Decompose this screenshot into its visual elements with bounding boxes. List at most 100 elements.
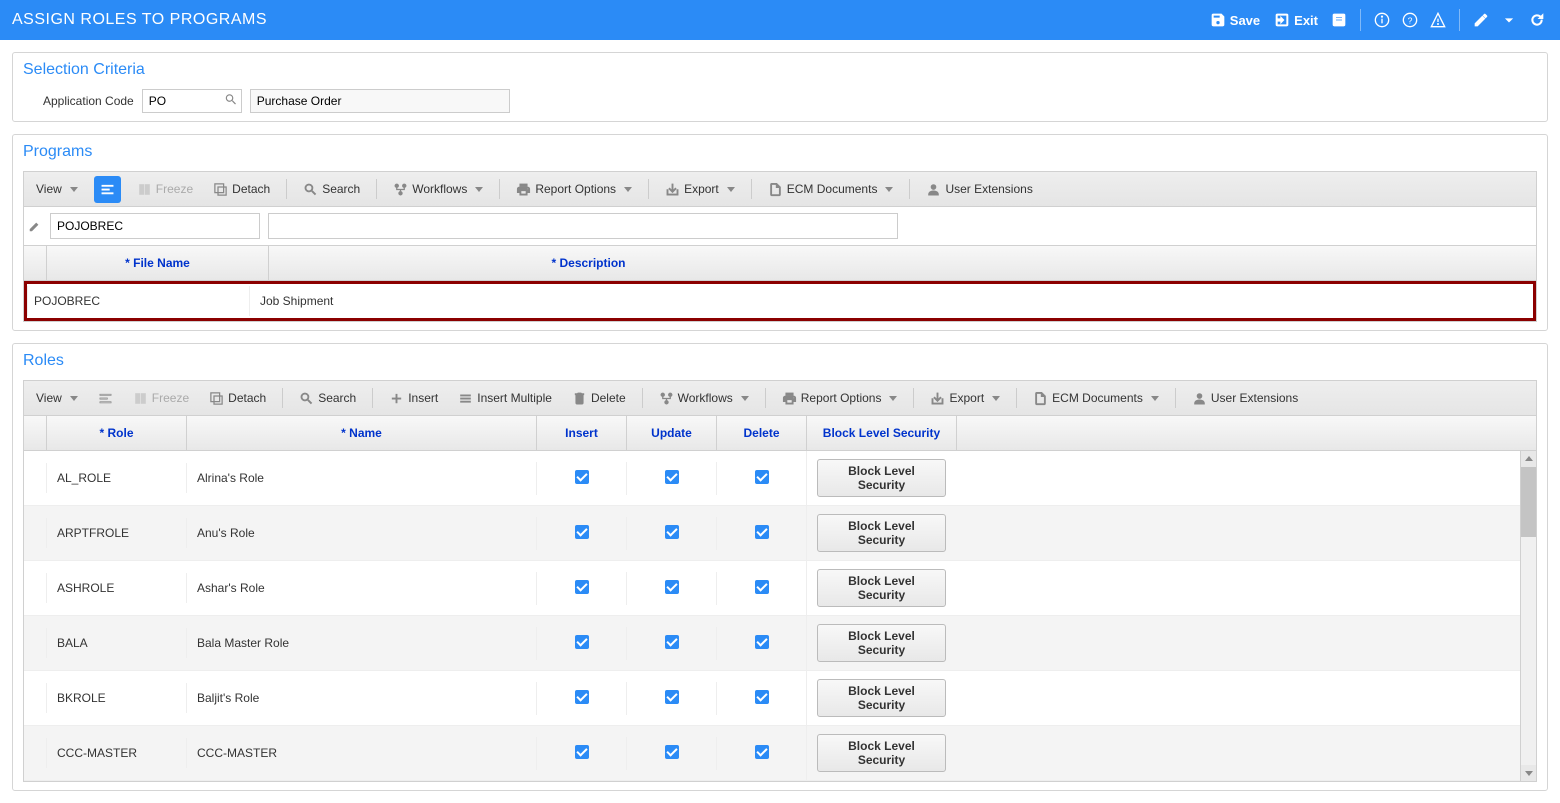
cell-block-security: Block Level Security [806,671,956,725]
filter-filename-input[interactable] [50,213,260,239]
rowhead-spacer [24,246,46,280]
roles-row[interactable]: AL_ROLEAlrina's RoleBlock Level Security [24,451,1520,506]
block-security-button[interactable]: Block Level Security [817,514,946,552]
update-checkbox[interactable] [665,635,679,649]
format-icon [98,391,113,406]
app-code-lookup-button[interactable] [224,93,238,110]
block-security-button[interactable]: Block Level Security [817,734,946,772]
block-security-button[interactable]: Block Level Security [817,624,946,662]
scrollbar[interactable] [1520,451,1536,781]
block-security-button[interactable]: Block Level Security [817,569,946,607]
cell-name: Baljit's Role [186,683,536,713]
insert-checkbox[interactable] [575,580,589,594]
col-role[interactable]: * Role [46,416,186,450]
report-menu[interactable]: Report Options [512,180,636,199]
dropdown-button[interactable] [1498,9,1520,31]
roles-row[interactable]: BALABala Master RoleBlock Level Security [24,616,1520,671]
user-ext-button[interactable]: User Extensions [922,180,1036,199]
block-security-button[interactable]: Block Level Security [817,679,946,717]
delete-checkbox[interactable] [755,470,769,484]
update-checkbox[interactable] [665,580,679,594]
search-button[interactable]: Search [299,180,364,199]
update-checkbox[interactable] [665,525,679,539]
update-checkbox[interactable] [665,690,679,704]
view-menu[interactable]: View [32,180,82,198]
filter-description-input[interactable] [268,213,898,239]
notes-button[interactable] [1328,9,1350,31]
block-security-button[interactable]: Block Level Security [817,459,946,497]
col-filename[interactable]: * File Name [46,246,268,280]
roles-row[interactable]: ASHROLEAshar's RoleBlock Level Security [24,561,1520,616]
roles-panel: Roles View Freeze Detach Search Insert [12,343,1548,791]
cell-insert [536,517,626,550]
export-menu[interactable]: Export [926,389,1004,408]
delete-checkbox[interactable] [755,635,769,649]
cell-role: BKROLE [46,683,186,713]
cell-insert [536,572,626,605]
save-label: Save [1230,13,1260,28]
scroll-track[interactable] [1521,467,1536,765]
insert-checkbox[interactable] [575,690,589,704]
insert-checkbox[interactable] [575,525,589,539]
programs-row[interactable]: POJOBREC Job Shipment [24,281,1536,321]
roles-grid: * Role * Name Insert Update Delete Block… [23,416,1537,782]
caret-down-icon [727,187,735,192]
refresh-button[interactable] [1526,9,1548,31]
delete-checkbox[interactable] [755,525,769,539]
col-insert[interactable]: Insert [536,416,626,450]
ecm-menu[interactable]: ECM Documents [1029,389,1163,408]
insert-checkbox[interactable] [575,635,589,649]
delete-checkbox[interactable] [755,690,769,704]
format-button[interactable] [94,389,117,408]
col-block-security[interactable]: Block Level Security [806,416,956,450]
format-button[interactable] [94,176,121,203]
cell-description: Job Shipment [249,286,889,316]
separator [1175,388,1176,408]
app-code-desc [250,89,510,113]
insert-multiple-button[interactable]: Insert Multiple [454,389,556,408]
warning-button[interactable] [1427,9,1449,31]
col-update[interactable]: Update [626,416,716,450]
freeze-button[interactable]: Freeze [129,389,193,408]
col-name[interactable]: * Name [186,416,536,450]
freeze-button[interactable]: Freeze [133,180,197,199]
insert-button[interactable]: Insert [385,389,442,408]
view-menu[interactable]: View [32,389,82,407]
scroll-down-button[interactable] [1521,765,1536,781]
workflows-menu[interactable]: Workflows [389,180,487,199]
scroll-up-button[interactable] [1521,451,1536,467]
separator [648,179,649,199]
report-menu[interactable]: Report Options [778,389,902,408]
header-actions: Save Exit ? [1206,9,1548,31]
search-button[interactable]: Search [295,389,360,408]
separator [909,179,910,199]
cell-role: ASHROLE [46,573,186,603]
cell-delete [716,462,806,495]
update-checkbox[interactable] [665,470,679,484]
roles-row[interactable]: BKROLEBaljit's Role Block Level Security [24,671,1520,726]
rowhead-spacer [24,416,46,450]
roles-row[interactable]: ARPTFROLEAnu's RoleBlock Level Security [24,506,1520,561]
delete-checkbox[interactable] [755,580,769,594]
ecm-menu[interactable]: ECM Documents [764,180,898,199]
exit-button[interactable]: Exit [1270,10,1322,30]
info-button[interactable] [1371,9,1393,31]
separator [1459,9,1460,31]
scroll-thumb[interactable] [1521,467,1536,537]
col-description[interactable]: * Description [268,246,908,280]
col-delete[interactable]: Delete [716,416,806,450]
roles-row[interactable]: CCC-MASTERCCC-MASTERBlock Level Security [24,726,1520,781]
help-button[interactable]: ? [1399,9,1421,31]
detach-button[interactable]: Detach [205,389,270,408]
delete-button[interactable]: Delete [568,389,630,408]
workflows-menu[interactable]: Workflows [655,389,753,408]
cell-update [626,517,716,550]
freeze-icon [133,391,148,406]
roles-scroll-wrap: AL_ROLEAlrina's RoleBlock Level Security… [24,451,1536,781]
insert-checkbox[interactable] [575,470,589,484]
export-menu[interactable]: Export [661,180,739,199]
detach-button[interactable]: Detach [209,180,274,199]
edit-button[interactable] [1470,9,1492,31]
save-button[interactable]: Save [1206,10,1264,30]
user-ext-button[interactable]: User Extensions [1188,389,1302,408]
